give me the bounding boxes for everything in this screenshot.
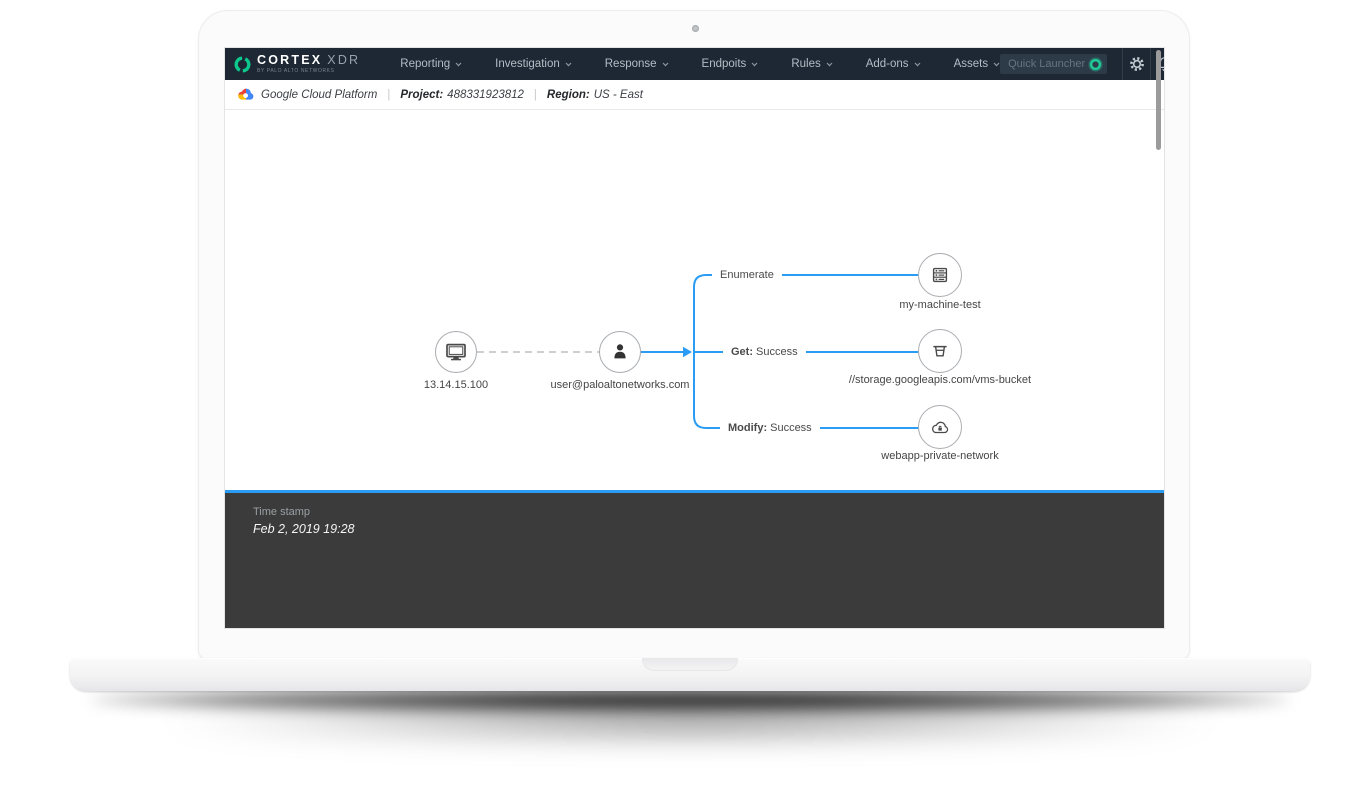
quick-launcher[interactable] <box>1000 54 1107 74</box>
context-subheader: Google Cloud Platform | Project: 4883319… <box>225 80 1164 110</box>
nav-item-label: Add-ons <box>866 58 909 70</box>
edge-label-prefix: Get: <box>731 346 753 358</box>
edge-label-text: Enumerate <box>720 269 774 281</box>
monitor-icon <box>445 342 467 362</box>
graph-node-source-ip[interactable] <box>435 331 477 373</box>
nav-item-label: Assets <box>954 58 989 70</box>
cloud-network-icon <box>930 419 950 436</box>
edge-label-modify: Modify:Success <box>720 422 820 434</box>
quick-launcher-target-icon <box>1088 57 1103 72</box>
brand-product: XDR <box>327 54 360 67</box>
graph-node-network[interactable] <box>918 405 962 449</box>
chevron-down-icon <box>993 62 1000 67</box>
nav-item-rules[interactable]: Rules <box>791 58 832 70</box>
region-value: US - East <box>594 89 643 101</box>
chevron-down-icon <box>565 62 572 67</box>
timestamp-label: Time stamp <box>253 506 1164 518</box>
vertical-scrollbar-thumb[interactable] <box>1156 50 1161 150</box>
chevron-down-icon <box>826 62 833 67</box>
platform-name: Google Cloud Platform <box>261 89 377 101</box>
gear-icon <box>1129 56 1145 72</box>
top-navbar: CORTEX XDR BY PALO ALTO NETWORKS Reporti… <box>225 48 1164 80</box>
timestamp-panel: Time stamp Feb 2, 2019 19:28 <box>225 490 1164 628</box>
nav-item-label: Endpoits <box>702 58 747 70</box>
user-icon <box>611 342 629 362</box>
edge-label-prefix: Modify: <box>728 422 767 434</box>
storage-bucket-icon <box>931 342 949 360</box>
divider: | <box>534 89 537 101</box>
divider: | <box>387 89 390 101</box>
graph-node-bucket[interactable] <box>918 329 962 373</box>
gcp-cloud-icon <box>238 88 254 101</box>
project-value: 488331923812 <box>447 89 524 101</box>
graph-canvas: 13.14.15.100 user@paloaltonetworks.com <box>225 110 1164 490</box>
laptop-base-notch <box>642 658 738 671</box>
node-label-machine: my-machine-test <box>899 299 980 311</box>
chevron-down-icon <box>662 62 669 67</box>
settings-button[interactable] <box>1122 48 1150 80</box>
nav-item-addons[interactable]: Add-ons <box>866 58 921 70</box>
navbar-right: Edith Harmon Palo Alto Networks <box>1000 48 1164 80</box>
timestamp-value: Feb 2, 2019 19:28 <box>253 522 1164 536</box>
brand-name: CORTEX <box>257 54 322 67</box>
edge-label-text: Success <box>756 346 798 358</box>
region-label: Region: <box>547 89 590 101</box>
edge-label-text: Success <box>770 422 812 434</box>
graph-connectors <box>225 110 1164 490</box>
server-icon <box>931 266 949 284</box>
node-label-network: webapp-private-network <box>881 450 998 462</box>
node-label-user: user@paloaltonetworks.com <box>551 379 690 391</box>
nav-item-assets[interactable]: Assets <box>954 58 1001 70</box>
quick-launcher-input[interactable] <box>1000 58 1088 70</box>
edge-label-enumerate: Enumerate <box>712 269 782 281</box>
node-label-source-ip: 13.14.15.100 <box>424 379 488 391</box>
node-label-bucket: //storage.googleapis.com/vms-bucket <box>849 374 1031 386</box>
nav-item-label: Reporting <box>400 58 450 70</box>
graph-node-machine[interactable] <box>918 253 962 297</box>
main-nav-menu: Reporting Investigation Response Endpoit… <box>400 58 1000 70</box>
cortex-logo-icon <box>234 56 251 73</box>
nav-item-label: Response <box>605 58 657 70</box>
nav-item-response[interactable]: Response <box>605 58 669 70</box>
laptop-base <box>70 658 1310 691</box>
cortex-logo[interactable]: CORTEX XDR BY PALO ALTO NETWORKS <box>225 54 360 74</box>
nav-item-investigation[interactable]: Investigation <box>495 58 572 70</box>
nav-item-reporting[interactable]: Reporting <box>400 58 462 70</box>
brand-tagline: BY PALO ALTO NETWORKS <box>257 69 360 74</box>
graph-node-user[interactable] <box>599 331 641 373</box>
nav-item-label: Investigation <box>495 58 560 70</box>
edge-label-get: Get:Success <box>723 346 806 358</box>
camera-dot <box>692 25 699 32</box>
chevron-down-icon <box>455 62 462 67</box>
chevron-down-icon <box>751 62 758 67</box>
project-label: Project: <box>400 89 443 101</box>
laptop-mockup-stage: CORTEX XDR BY PALO ALTO NETWORKS Reporti… <box>0 0 1364 797</box>
app-screen: CORTEX XDR BY PALO ALTO NETWORKS Reporti… <box>225 48 1164 628</box>
chevron-down-icon <box>914 62 921 67</box>
nav-item-endpoints[interactable]: Endpoits <box>702 58 759 70</box>
laptop-shadow-soft <box>150 700 1230 742</box>
nav-item-label: Rules <box>791 58 820 70</box>
